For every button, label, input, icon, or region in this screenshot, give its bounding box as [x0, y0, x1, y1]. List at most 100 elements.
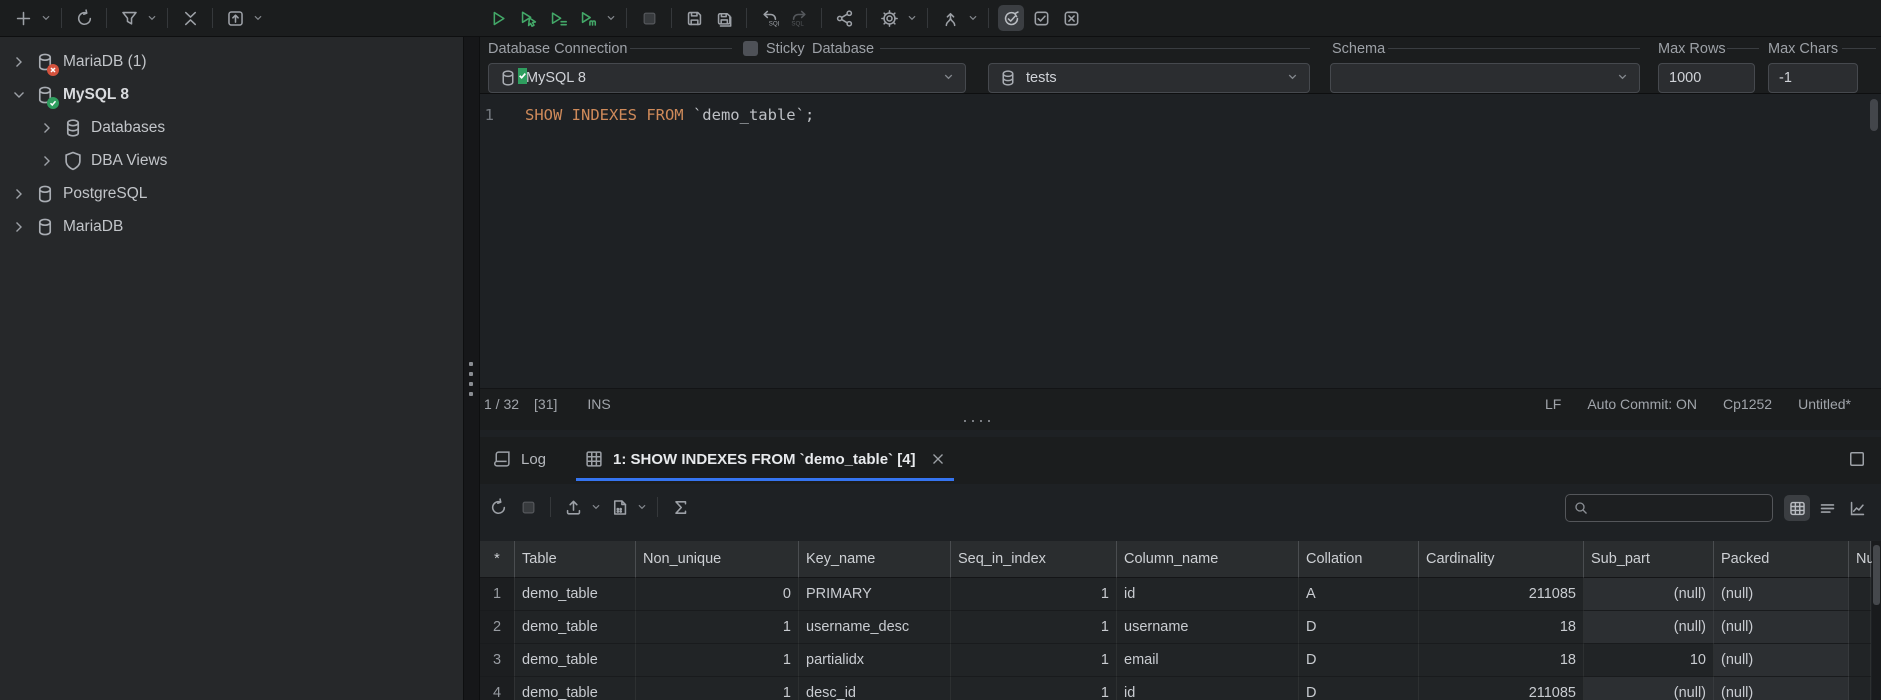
- refresh-button[interactable]: [71, 5, 97, 31]
- collapse-all-button[interactable]: [177, 5, 203, 31]
- chevron-down-icon[interactable]: [10, 86, 28, 104]
- cell-col-packed[interactable]: (null): [1714, 611, 1849, 644]
- row-number[interactable]: 3: [480, 644, 515, 677]
- connection-select[interactable]: MySQL 8: [488, 63, 966, 93]
- cell-col-sub-part[interactable]: (null): [1584, 578, 1714, 611]
- filter-button[interactable]: [116, 5, 142, 31]
- tree-item-dba-views[interactable]: DBA Views: [0, 144, 463, 177]
- row-number[interactable]: 4: [480, 677, 515, 700]
- cell-col-non-unique[interactable]: 1: [636, 611, 799, 644]
- header-col-packed[interactable]: Packed: [1714, 541, 1849, 578]
- header-col-collation[interactable]: Collation: [1299, 541, 1419, 578]
- chevron-right-icon[interactable]: [10, 185, 28, 203]
- max-chars-input[interactable]: -1: [1768, 63, 1858, 93]
- cell-col-seq-in-index[interactable]: 1: [951, 578, 1117, 611]
- cell-col-seq-in-index[interactable]: 1: [951, 644, 1117, 677]
- cell-col-key-name[interactable]: desc_id: [799, 677, 951, 700]
- grid-scrollbar[interactable]: [1872, 541, 1881, 700]
- fetch-file-button[interactable]: [606, 494, 632, 520]
- cell-col-table[interactable]: demo_table: [515, 677, 636, 700]
- header-col-column-name[interactable]: Column_name: [1117, 541, 1299, 578]
- header-col-non-unique[interactable]: Non_unique: [636, 541, 799, 578]
- auto-commit-indicator[interactable]: Auto Commit: ON: [1587, 396, 1697, 412]
- tree-item-databases[interactable]: Databases: [0, 111, 463, 144]
- sticky-checkbox[interactable]: [743, 41, 758, 56]
- execute-statement-in-new-tab-button[interactable]: [515, 5, 541, 31]
- chevron-right-icon[interactable]: [10, 218, 28, 236]
- header-col-cardinality[interactable]: Cardinality: [1419, 541, 1584, 578]
- maximize-panel-icon[interactable]: [1847, 449, 1867, 469]
- cell-col-key-name[interactable]: username_desc: [799, 611, 951, 644]
- cancel-results-button[interactable]: [515, 494, 541, 520]
- new-connection-button[interactable]: [10, 5, 36, 31]
- filter-menu-caret[interactable]: [145, 5, 159, 31]
- grid-view-button[interactable]: [1784, 495, 1810, 521]
- cell-col-collation[interactable]: D: [1299, 677, 1419, 700]
- save-button[interactable]: [681, 5, 707, 31]
- commit-button[interactable]: [1028, 5, 1054, 31]
- tree-item-mariadb-1[interactable]: MariaDB (1): [0, 45, 463, 78]
- rollback-button[interactable]: [1058, 5, 1084, 31]
- header-col-seq-in-index[interactable]: Seq_in_index: [951, 541, 1117, 578]
- cell-col-table[interactable]: demo_table: [515, 578, 636, 611]
- editor-scrollbar-thumb[interactable]: [1870, 99, 1878, 131]
- insert-mode[interactable]: INS: [587, 396, 610, 412]
- execute-statement-button[interactable]: [485, 5, 511, 31]
- cell-col-table[interactable]: demo_table: [515, 644, 636, 677]
- text-view-button[interactable]: [1814, 495, 1840, 521]
- execute-menu-caret[interactable]: [604, 5, 618, 31]
- row-number[interactable]: 1: [480, 578, 515, 611]
- open-in-menu-caret[interactable]: [251, 5, 265, 31]
- encoding-indicator[interactable]: Cp1252: [1723, 396, 1772, 412]
- tree-item-postgresql[interactable]: PostgreSQL: [0, 177, 463, 210]
- refresh-results-button[interactable]: [485, 494, 511, 520]
- cell-col-nullable[interactable]: [1849, 578, 1871, 611]
- panel-splitter-handle[interactable]: ····: [962, 411, 1002, 429]
- cell-col-collation[interactable]: A: [1299, 578, 1419, 611]
- transaction-mode-button[interactable]: [937, 5, 963, 31]
- schema-select[interactable]: [1330, 63, 1640, 93]
- cell-col-cardinality[interactable]: 18: [1419, 644, 1584, 677]
- header-col-key-name[interactable]: Key_name: [799, 541, 951, 578]
- cell-col-packed[interactable]: (null): [1714, 677, 1849, 700]
- tree-item-mysql-8[interactable]: MySQL 8: [0, 78, 463, 111]
- transaction-menu-caret[interactable]: [966, 5, 980, 31]
- cell-col-packed[interactable]: (null): [1714, 578, 1849, 611]
- chevron-right-icon[interactable]: [38, 152, 56, 170]
- cell-col-cardinality[interactable]: 211085: [1419, 578, 1584, 611]
- settings-button[interactable]: [876, 5, 902, 31]
- tab-result-set[interactable]: 1: SHOW INDEXES FROM `demo_table` [4]: [576, 437, 954, 481]
- cell-col-column-name[interactable]: id: [1117, 677, 1299, 700]
- sql-redo-button[interactable]: SQL: [786, 5, 812, 31]
- cell-col-table[interactable]: demo_table: [515, 611, 636, 644]
- cell-col-sub-part[interactable]: (null): [1584, 677, 1714, 700]
- export-results-button[interactable]: [560, 494, 586, 520]
- cell-col-key-name[interactable]: PRIMARY: [799, 578, 951, 611]
- cell-col-nullable[interactable]: [1849, 644, 1871, 677]
- header-col-rownum[interactable]: *: [480, 541, 515, 578]
- tree-item-mariadb[interactable]: MariaDB: [0, 210, 463, 243]
- fetch-menu-caret[interactable]: [635, 494, 649, 520]
- calc-panel-button[interactable]: [667, 494, 693, 520]
- sql-undo-button[interactable]: SQL: [756, 5, 782, 31]
- save-all-button[interactable]: [711, 5, 737, 31]
- row-number[interactable]: 2: [480, 611, 515, 644]
- cell-col-non-unique[interactable]: 1: [636, 677, 799, 700]
- cell-col-sub-part[interactable]: (null): [1584, 611, 1714, 644]
- sql-editor[interactable]: 1 SHOW INDEXES FROM `demo_table`;: [480, 94, 1881, 388]
- header-col-sub-part[interactable]: Sub_part: [1584, 541, 1714, 578]
- chart-view-button[interactable]: [1844, 495, 1870, 521]
- tab-log[interactable]: Log: [492, 437, 546, 481]
- cell-col-non-unique[interactable]: 1: [636, 644, 799, 677]
- results-search-box[interactable]: [1565, 494, 1773, 522]
- cell-col-seq-in-index[interactable]: 1: [951, 677, 1117, 700]
- cell-col-cardinality[interactable]: 211085: [1419, 677, 1584, 700]
- header-col-table[interactable]: Table: [515, 541, 636, 578]
- settings-menu-caret[interactable]: [905, 5, 919, 31]
- cell-col-collation[interactable]: D: [1299, 611, 1419, 644]
- cell-col-packed[interactable]: (null): [1714, 644, 1849, 677]
- cell-col-seq-in-index[interactable]: 1: [951, 611, 1117, 644]
- chevron-right-icon[interactable]: [10, 53, 28, 71]
- cell-col-cardinality[interactable]: 18: [1419, 611, 1584, 644]
- chevron-right-icon[interactable]: [38, 119, 56, 137]
